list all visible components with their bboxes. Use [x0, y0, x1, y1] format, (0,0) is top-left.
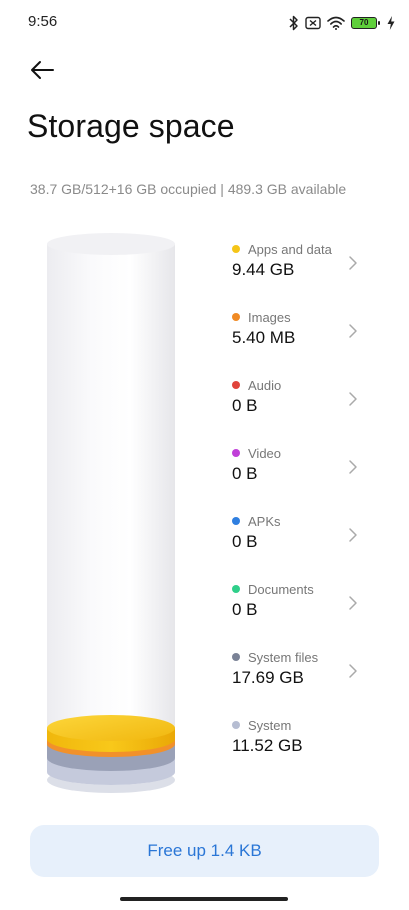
- storage-cylinder: [46, 232, 176, 798]
- chevron-right-icon: [349, 256, 357, 270]
- chevron-right-icon: [349, 528, 357, 542]
- battery-icon: 70: [351, 17, 380, 29]
- status-icons: 70: [289, 13, 395, 33]
- category-label: Video: [248, 445, 282, 461]
- documents-dot: [232, 585, 240, 593]
- category-label: System: [248, 717, 292, 733]
- free-up-button[interactable]: Free up 1.4 KB: [30, 825, 379, 877]
- category-label: APKs: [248, 513, 281, 529]
- category-label: Apps and data: [248, 241, 332, 257]
- video-dot: [232, 449, 240, 457]
- category-label: Audio: [248, 377, 282, 393]
- cylinder-top: [47, 233, 175, 255]
- images-dot: [232, 313, 240, 321]
- category-audio[interactable]: Audio 0 B: [232, 376, 372, 428]
- category-apks[interactable]: APKs 0 B: [232, 512, 372, 564]
- chevron-right-icon: [349, 596, 357, 610]
- charging-icon: [387, 16, 395, 30]
- back-button[interactable]: [28, 56, 56, 84]
- category-apps-and-data[interactable]: Apps and data 9.44 GB: [232, 240, 372, 292]
- category-label: Images: [248, 309, 291, 325]
- mute-icon: [305, 16, 321, 30]
- chevron-right-icon: [349, 392, 357, 406]
- category-label: Documents: [248, 581, 314, 597]
- chevron-right-icon: [349, 664, 357, 678]
- status-bar: 9:56 70: [0, 0, 409, 48]
- page-title: Storage space: [27, 108, 235, 144]
- status-time: 9:56: [28, 13, 58, 30]
- bluetooth-icon: [289, 15, 299, 31]
- home-indicator[interactable]: [120, 897, 288, 901]
- system-dot: [232, 721, 240, 729]
- storage-summary: 38.7 GB/512+16 GB occupied | 489.3 GB av…: [30, 181, 347, 197]
- battery-level: 70: [359, 18, 369, 27]
- wifi-icon: [327, 16, 345, 30]
- category-video[interactable]: Video 0 B: [232, 444, 372, 496]
- apks-dot: [232, 517, 240, 525]
- category-documents[interactable]: Documents 0 B: [232, 580, 372, 632]
- category-label: System files: [248, 649, 319, 665]
- back-arrow-icon: [31, 61, 54, 79]
- cylinder-body: [47, 244, 175, 785]
- category-images[interactable]: Images 5.40 MB: [232, 308, 372, 360]
- chevron-right-icon: [349, 324, 357, 338]
- apps-and-data-dot: [232, 245, 240, 253]
- chevron-right-icon: [349, 460, 357, 474]
- audio-dot: [232, 381, 240, 389]
- segment-apps-top: [47, 715, 175, 741]
- system-files-dot: [232, 653, 240, 661]
- category-value: 11.52 GB: [232, 736, 303, 755]
- category-system: System 11.52 GB: [232, 716, 372, 768]
- category-system-files[interactable]: System files 17.69 GB: [232, 648, 372, 700]
